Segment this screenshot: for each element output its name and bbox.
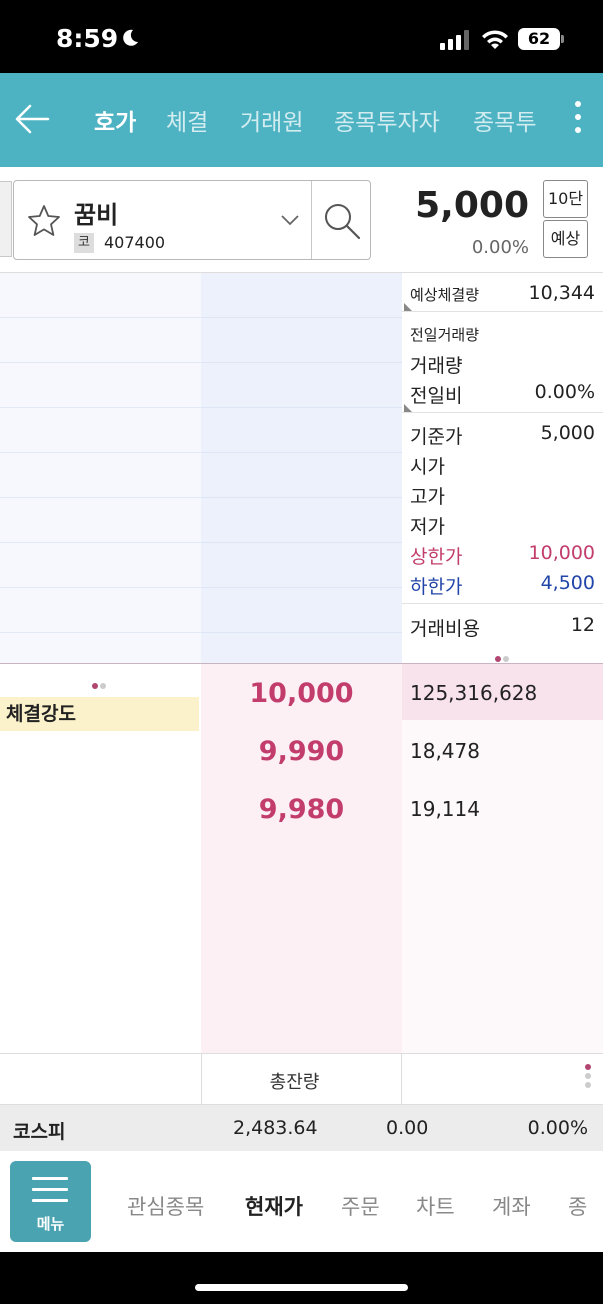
index-rate: 0.00% — [527, 1117, 588, 1139]
chevron-down-icon[interactable] — [280, 213, 300, 227]
market-badge: 코 — [74, 233, 94, 253]
index-name: 코스피 — [13, 1121, 66, 1143]
stock-name: 꿈비 — [74, 201, 119, 229]
bottom-nav-more[interactable]: 종 — [568, 1191, 598, 1221]
side-drawer-handle[interactable] — [0, 181, 12, 257]
bottom-nav-order[interactable]: 주문 — [341, 1191, 380, 1221]
vs-prev-label: 전일비 — [410, 385, 463, 407]
bid-price[interactable]: 9,990 — [201, 736, 402, 767]
stock-code: 407400 — [104, 233, 166, 252]
tab-brokers[interactable]: 거래원 — [240, 103, 303, 137]
page-indicator — [92, 674, 108, 689]
hamburger-icon — [32, 1177, 68, 1203]
expected-qty-value: 10,344 — [528, 282, 595, 304]
expected-button[interactable]: 예상 — [543, 220, 588, 258]
tab-orderbook[interactable]: 호가 — [94, 103, 136, 137]
star-icon[interactable] — [26, 203, 62, 239]
bottom-nav-chart[interactable]: 차트 — [416, 1191, 455, 1221]
menu-label: 메뉴 — [36, 1215, 65, 1233]
expand-corner-icon — [404, 404, 412, 412]
base-price-label: 기준가 — [410, 426, 463, 448]
low-price-label: 저가 — [410, 516, 445, 538]
total-remaining-row: 총잔량 — [0, 1053, 603, 1105]
bid-price-column[interactable] — [201, 664, 402, 1053]
trade-fee-label: 거래비용 — [410, 618, 480, 640]
trade-strength-label: 체결강도 — [0, 697, 199, 731]
bid-qty: 125,316,628 — [410, 681, 538, 705]
battery-icon: 62 — [518, 28, 564, 50]
battery-level: 62 — [518, 28, 560, 50]
page-indicator — [495, 647, 511, 662]
bid-qty: 18,478 — [410, 739, 480, 763]
total-remaining-label: 총잔량 — [269, 1072, 320, 1093]
lower-limit-label: 하한가 — [410, 576, 463, 598]
status-time: 8:59 — [56, 24, 119, 53]
trade-fee-value: 12 — [570, 614, 595, 636]
wifi-icon — [482, 30, 508, 49]
tab-investors[interactable]: 종목투자자 — [334, 103, 440, 137]
current-price: 5,000 — [415, 185, 529, 226]
stock-selector[interactable]: 꿈비 코 407400 — [13, 180, 371, 260]
open-price-label: 시가 — [410, 456, 445, 478]
more-vertical-icon[interactable] — [585, 1064, 593, 1094]
base-price-value: 5,000 — [540, 422, 595, 444]
stock-header: 꿈비 코 407400 5,000 0.00% 10단 예상 — [0, 167, 603, 273]
high-price-label: 고가 — [410, 486, 445, 508]
moon-icon — [123, 29, 138, 46]
bid-qty: 19,114 — [410, 797, 480, 821]
bottom-nav-current-price[interactable]: 현재가 — [245, 1191, 303, 1221]
depth-10-button[interactable]: 10단 — [543, 180, 588, 218]
signal-icon — [440, 30, 469, 50]
expand-corner-icon — [404, 303, 412, 311]
search-icon[interactable] — [322, 201, 362, 241]
expected-qty-label: 예상체결량 — [410, 286, 480, 304]
lower-limit-value: 4,500 — [540, 572, 595, 594]
home-indicator-area — [0, 1252, 603, 1304]
info-panel: 예상체결량 10,344 전일거래량 거래량 전일비 0.00% 기준가 5,0… — [402, 273, 603, 663]
bid-price[interactable]: 10,000 — [201, 678, 402, 709]
back-arrow-icon[interactable] — [14, 100, 52, 138]
bottom-nav-account[interactable]: 계좌 — [492, 1191, 531, 1221]
bottom-nav: 메뉴 관심종목 현재가 주문 차트 계좌 종 — [0, 1151, 603, 1252]
prev-volume-label: 전일거래량 — [410, 326, 480, 344]
upper-limit-label: 상한가 — [410, 546, 463, 568]
status-bar: 8:59 62 — [0, 0, 603, 73]
upper-limit-value: 10,000 — [528, 542, 595, 564]
price-change-rate: 0.00% — [471, 237, 529, 258]
menu-button[interactable]: 메뉴 — [10, 1161, 91, 1242]
bid-price[interactable]: 9,980 — [201, 794, 402, 825]
index-value: 2,483.64 — [233, 1117, 318, 1139]
tab-investors-2[interactable]: 종목투 — [473, 103, 537, 137]
market-index-row[interactable]: 코스피 2,483.64 0.00 0.00% — [0, 1105, 603, 1151]
home-indicator[interactable] — [195, 1284, 408, 1291]
top-nav: 호가 체결 거래원 종목투자자 종목투 — [0, 73, 603, 167]
volume-label: 거래량 — [410, 355, 463, 377]
bid-remaining-column[interactable] — [402, 664, 603, 1053]
tab-trades[interactable]: 체결 — [166, 103, 208, 137]
bottom-nav-watchlist[interactable]: 관심종목 — [127, 1191, 204, 1221]
orderbook: 예상체결량 10,344 전일거래량 거래량 전일비 0.00% 기준가 5,0… — [0, 273, 603, 1053]
index-change: 0.00 — [386, 1117, 429, 1139]
more-menu-icon[interactable] — [570, 97, 586, 141]
vs-prev-value: 0.00% — [534, 381, 595, 403]
